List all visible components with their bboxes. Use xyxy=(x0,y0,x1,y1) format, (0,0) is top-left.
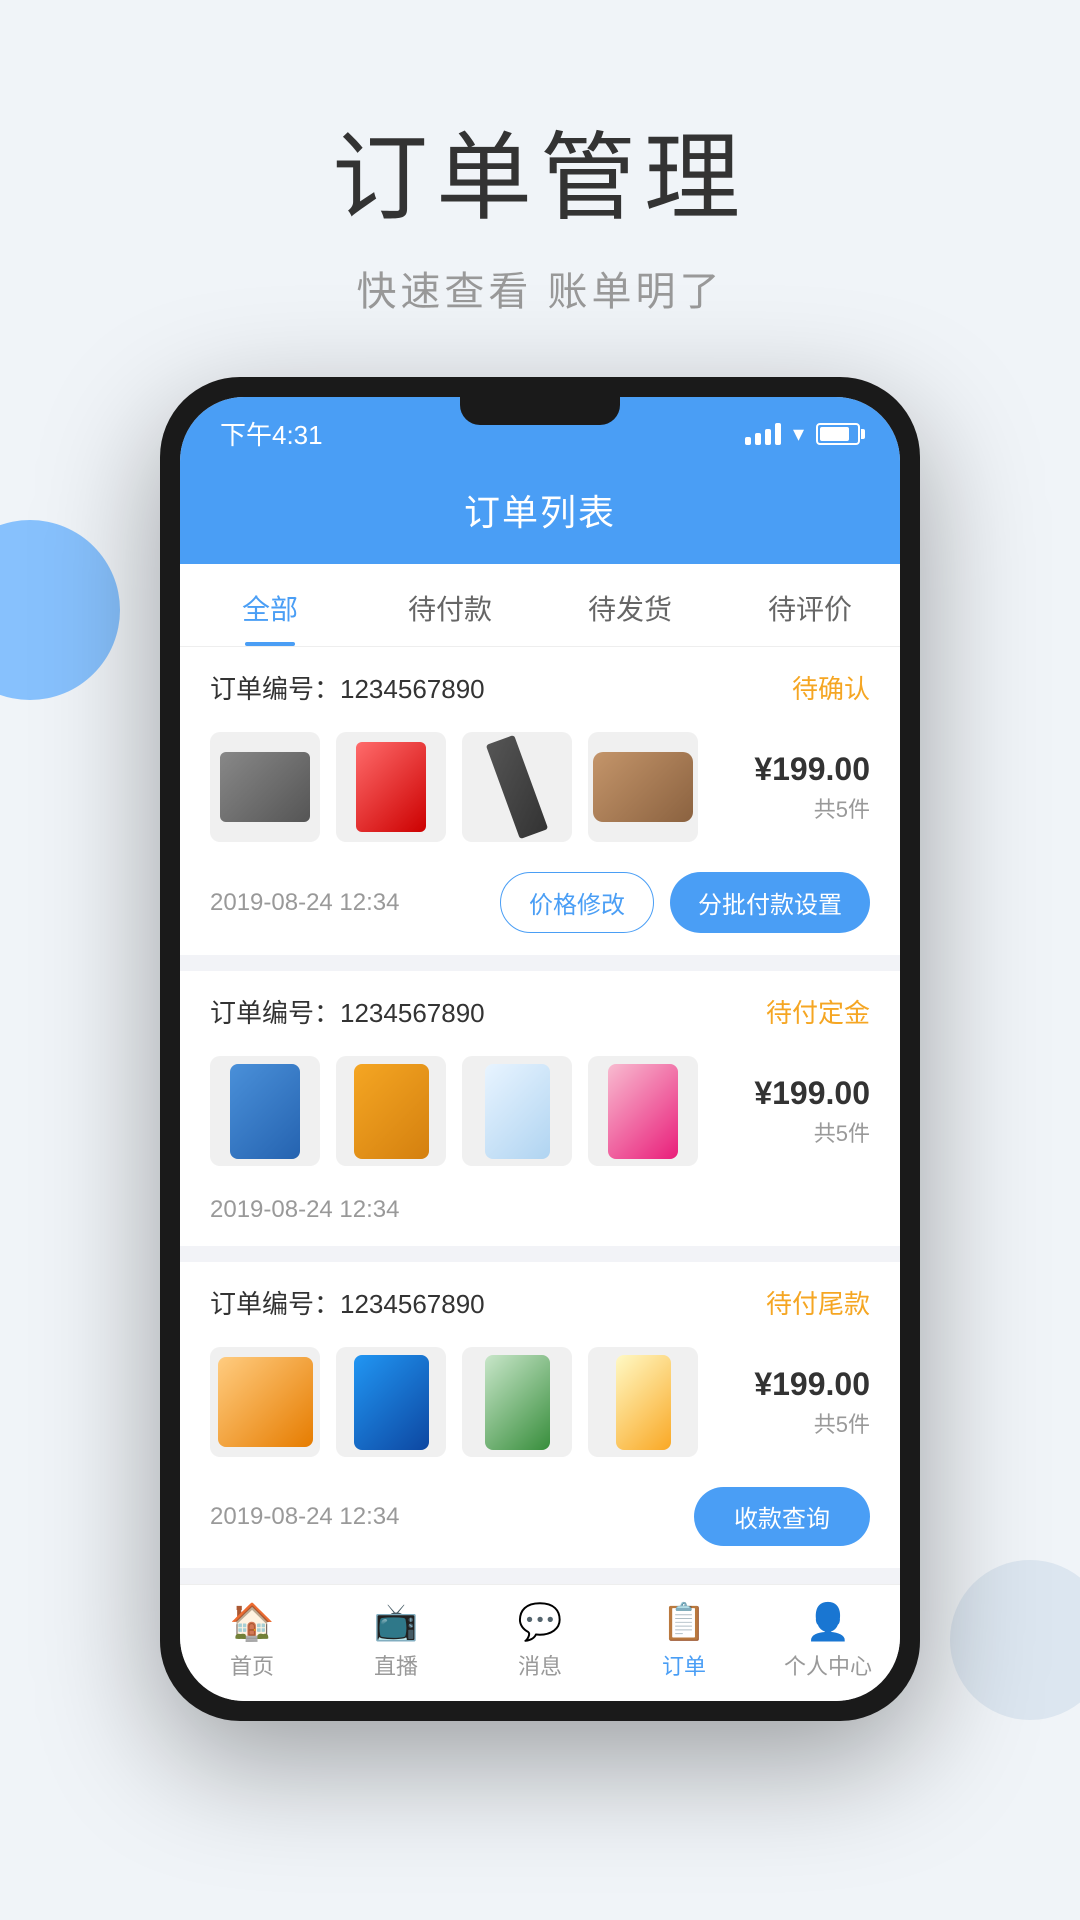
order-card-1: 订单编号：1234567890 待确认 xyxy=(180,647,900,955)
bottom-nav: 🏠 首页 📺 直播 💬 消息 📋 订单 👤 个人中心 xyxy=(180,1584,900,1701)
nav-live[interactable]: 📺 直播 xyxy=(324,1601,468,1681)
tab-all[interactable]: 全部 xyxy=(180,564,360,646)
order-card-3: 订单编号：1234567890 待付尾款 xyxy=(180,1262,900,1568)
tab-pending-review[interactable]: 待评价 xyxy=(720,564,900,646)
product-thumb-pasta xyxy=(210,1347,320,1457)
status-icons: ▾ xyxy=(745,421,860,447)
order-date-2: 2019-08-24 12:34 xyxy=(210,1196,400,1224)
order-date-1: 2019-08-24 12:34 xyxy=(210,889,400,917)
product-thumb-gold xyxy=(588,1347,698,1457)
order-status-1: 待确认 xyxy=(792,669,870,706)
order-actions-1: 价格修改 分批付款设置 xyxy=(500,872,870,933)
order-price-3: ¥199.00 共5件 xyxy=(754,1366,870,1439)
tab-pending-ship[interactable]: 待发货 xyxy=(540,564,720,646)
nav-order[interactable]: 📋 订单 xyxy=(612,1601,756,1681)
tabs-bar: 全部 待付款 待发货 待评价 xyxy=(180,564,900,647)
page-subtitle: 快速查看 账单明了 xyxy=(0,259,1080,317)
batch-payment-button[interactable]: 分批付款设置 xyxy=(670,872,870,933)
order-status-2: 待付定金 xyxy=(766,993,870,1030)
nav-profile[interactable]: 👤 个人中心 xyxy=(756,1601,900,1681)
tab-pending-payment[interactable]: 待付款 xyxy=(360,564,540,646)
wifi-icon: ▾ xyxy=(793,421,804,447)
order-footer-2: 2019-08-24 12:34 xyxy=(180,1182,900,1246)
phone-screen: 下午4:31 ▾ 订单列表 全部 xyxy=(180,397,900,1701)
order-price-2: ¥199.00 共5件 xyxy=(754,1075,870,1148)
order-number-2: 订单编号：1234567890 xyxy=(210,993,485,1030)
order-date-3: 2019-08-24 12:34 xyxy=(210,1503,400,1531)
orders-container: 订单编号：1234567890 待确认 xyxy=(180,647,900,1568)
order-footer-3: 2019-08-24 12:34 收款查询 xyxy=(180,1473,900,1568)
phone-mockup: 下午4:31 ▾ 订单列表 全部 xyxy=(0,377,1080,1721)
product-thumb-health xyxy=(588,1056,698,1166)
live-icon: 📺 xyxy=(374,1601,419,1643)
nav-home[interactable]: 🏠 首页 xyxy=(180,1601,324,1681)
products-row-3: ¥199.00 共5件 xyxy=(180,1337,900,1473)
status-time: 下午4:31 xyxy=(220,415,323,452)
order-price-1: ¥199.00 共5件 xyxy=(754,751,870,824)
order-header-3: 订单编号：1234567890 待付尾款 xyxy=(180,1262,900,1337)
order-header-2: 订单编号：1234567890 待付定金 xyxy=(180,971,900,1046)
nav-order-label: 订单 xyxy=(662,1649,706,1681)
product-thumb-lantern xyxy=(336,732,446,842)
nav-message[interactable]: 💬 消息 xyxy=(468,1601,612,1681)
product-thumb-printer xyxy=(210,732,320,842)
order-status-3: 待付尾款 xyxy=(766,1284,870,1321)
product-thumb-blue-bottle xyxy=(336,1347,446,1457)
product-thumb-lotion xyxy=(462,1347,572,1457)
page-main-title: 订单管理 xyxy=(0,100,1080,239)
product-thumb-sunscreen xyxy=(462,1056,572,1166)
products-row-1: ¥199.00 共5件 xyxy=(180,722,900,858)
signal-icon xyxy=(745,423,781,445)
profile-icon: 👤 xyxy=(806,1601,851,1643)
product-thumb-snack xyxy=(210,1056,320,1166)
collection-query-button[interactable]: 收款查询 xyxy=(694,1487,870,1546)
battery-icon xyxy=(816,423,860,445)
phone-notch xyxy=(460,397,620,425)
order-header-1: 订单编号：1234567890 待确认 xyxy=(180,647,900,722)
nav-live-label: 直播 xyxy=(374,1649,418,1681)
order-footer-1: 2019-08-24 12:34 价格修改 分批付款设置 xyxy=(180,858,900,955)
order-number-1: 订单编号：1234567890 xyxy=(210,669,485,706)
home-icon: 🏠 xyxy=(230,1601,275,1643)
product-thumb-chopsticks xyxy=(462,732,572,842)
message-icon: 💬 xyxy=(518,1601,563,1643)
nav-home-label: 首页 xyxy=(230,1649,274,1681)
product-thumb-monde xyxy=(336,1056,446,1166)
products-row-2: ¥199.00 共5件 xyxy=(180,1046,900,1182)
order-number-3: 订单编号：1234567890 xyxy=(210,1284,485,1321)
app-header: 订单列表 xyxy=(180,464,900,564)
page-header: 订单管理 快速查看 账单明了 xyxy=(0,0,1080,377)
order-icon: 📋 xyxy=(662,1601,707,1643)
nav-message-label: 消息 xyxy=(518,1649,562,1681)
price-modify-button[interactable]: 价格修改 xyxy=(500,872,654,933)
order-card-2: 订单编号：1234567890 待付定金 xyxy=(180,971,900,1246)
app-title: 订单列表 xyxy=(464,492,616,533)
nav-profile-label: 个人中心 xyxy=(784,1649,872,1681)
phone-frame: 下午4:31 ▾ 订单列表 全部 xyxy=(160,377,920,1721)
product-thumb-sofa xyxy=(588,732,698,842)
